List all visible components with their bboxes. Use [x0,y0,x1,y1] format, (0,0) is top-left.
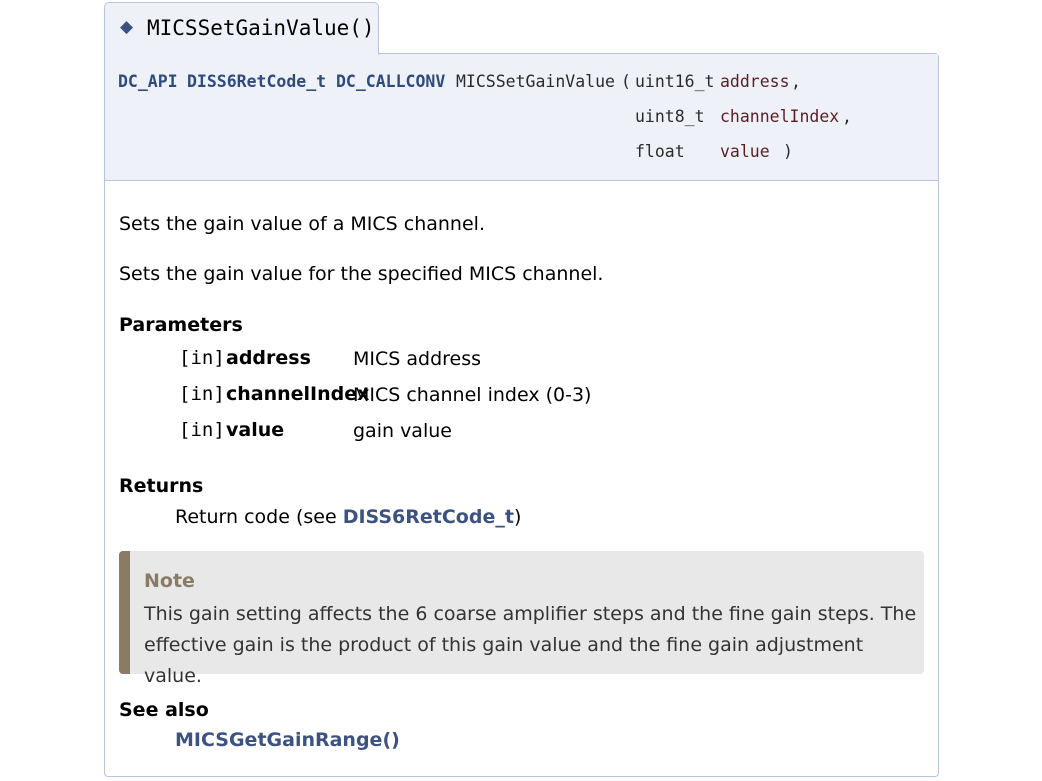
param-type: uint16_t [635,72,715,91]
param-direction: [in] [179,347,225,369]
param-separator: , [791,72,801,91]
member-doc-box: DC_API DISS6RetCode_t DC_CALLCONV MICSSe… [104,53,939,777]
function-name: MICSSetGainValue [456,72,615,91]
returns-heading: Returns [119,475,204,497]
param-doc-name: address [226,347,311,369]
param-direction: [in] [179,419,225,441]
note-body: This gain setting affects the 6 coarse a… [144,603,917,687]
note-block: Note This gain setting affects the 6 coa… [119,551,924,687]
param-name: address [720,72,790,91]
keyword-callconv: DC_CALLCONV [336,72,446,91]
return-type-link[interactable]: DISS6RetCode_t [187,72,326,91]
returns-type-link[interactable]: DISS6RetCode_t [343,506,514,528]
param-type: uint8_t [635,107,705,126]
param-doc-desc: gain value [353,420,452,442]
param-doc-name: channelIndex [226,383,370,405]
param-direction: [in] [179,383,225,405]
diamond-icon: ◆ [120,17,134,37]
parameters-heading: Parameters [119,314,243,336]
param-name: channelIndex [720,107,840,126]
returns-text: Return code (see DISS6RetCode_t) [175,506,521,528]
param-doc-desc: MICS address [353,348,482,370]
function-prototype: DC_API DISS6RetCode_t DC_CALLCONV MICSSe… [105,54,938,181]
param-separator: , [842,107,852,126]
returns-prefix: Return code (see [175,506,343,528]
param-doc-name: value [226,419,285,441]
param-name: value [720,142,770,161]
member-title-tab: ◆ MICSSetGainValue() [104,2,379,55]
see-also-link[interactable]: MICSGetGainRange() [175,729,400,751]
keyword-dc-api: DC_API [118,72,178,91]
close-paren: ) [783,142,793,161]
param-type: float [635,142,685,161]
see-also-heading: See also [119,699,209,721]
open-paren: ( [621,72,631,91]
param-doc-desc: MICS channel index (0-3) [353,384,592,406]
detailed-description: Sets the gain value for the specified MI… [119,263,604,285]
member-title: MICSSetGainValue() [147,16,375,40]
returns-suffix: ) [513,506,522,528]
brief-description: Sets the gain value of a MICS channel. [119,213,485,235]
note-title: Note [144,570,195,592]
